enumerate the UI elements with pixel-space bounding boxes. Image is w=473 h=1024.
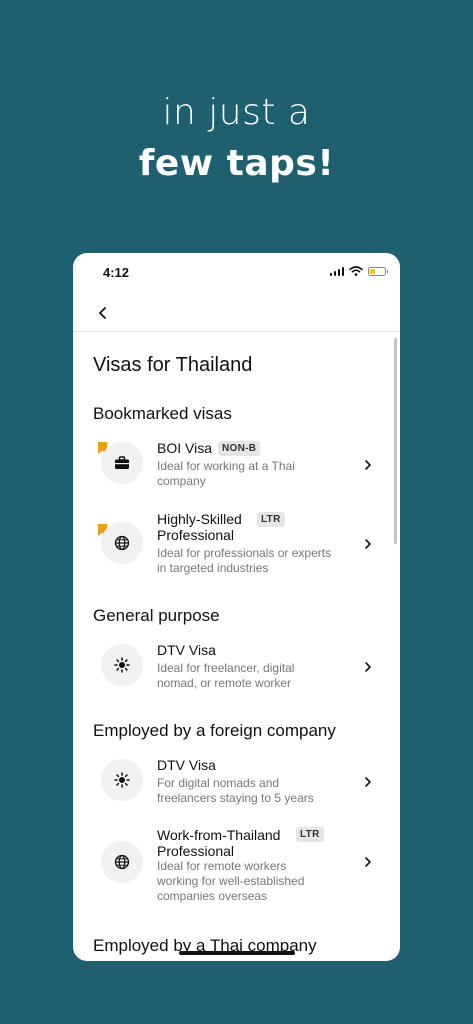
- visa-badge: NON-B: [218, 441, 261, 456]
- visa-row-highly-skilled[interactable]: Highly-Skilled Professional LTR Ideal fo…: [73, 508, 400, 580]
- visa-badge: LTR: [257, 512, 285, 527]
- section-foreign-title: Employed by a foreign company: [93, 721, 336, 740]
- globe-icon: [101, 522, 143, 564]
- globe-icon: [101, 841, 143, 883]
- status-time: 4:12: [103, 265, 130, 280]
- chevron-right-icon: [365, 857, 371, 867]
- chevron-right-icon: [365, 460, 371, 470]
- visa-title: BOI Visa NON-B: [157, 440, 347, 456]
- hero-text: in just a few taps!: [0, 88, 473, 190]
- chevron-right-icon: [365, 662, 371, 672]
- chevron-left-icon: [99, 307, 106, 319]
- visa-row-work-from-thailand[interactable]: Work-from-Thailand Professional LTR Idea…: [73, 823, 400, 903]
- navigation-bar: [73, 293, 400, 332]
- sun-icon: [101, 759, 143, 801]
- visa-description: For digital nomads and freelancers stayi…: [157, 776, 314, 805]
- phone-screen: 4:12 Visas for Thailand Bookmarked visas: [73, 253, 400, 961]
- visa-badge: LTR: [296, 827, 324, 842]
- visa-description: Ideal for professionals or experts in ta…: [157, 546, 332, 575]
- battery-icon: [368, 266, 388, 276]
- visa-row-dtv-foreign[interactable]: DTV Visa For digital nomads and freelanc…: [73, 753, 400, 809]
- section-general-title: General purpose: [93, 606, 220, 625]
- visa-row-boi[interactable]: BOI Visa NON-B Ideal for working at a Tha…: [73, 436, 400, 492]
- visa-description: Ideal for freelancer, digital nomad, or …: [157, 661, 295, 690]
- hero-line-1: in just a: [162, 92, 311, 133]
- visa-title: DTV Visa: [157, 757, 216, 773]
- sun-icon: [101, 644, 143, 686]
- section-bookmarked-title: Bookmarked visas: [93, 404, 232, 423]
- page-title: Visas for Thailand: [93, 354, 253, 376]
- hero-line-2: few taps!: [138, 143, 335, 184]
- visa-list-scroll[interactable]: Visas for Thailand Bookmarked visas BOI …: [73, 332, 400, 961]
- visa-title: DTV Visa: [157, 642, 216, 658]
- visa-description: Ideal for working at a Thai company: [157, 459, 295, 488]
- back-button[interactable]: [91, 301, 115, 325]
- chevron-right-icon: [365, 777, 371, 787]
- status-bar: 4:12: [73, 253, 400, 293]
- signal-icon: [329, 266, 344, 276]
- chevron-right-icon: [365, 539, 371, 549]
- visa-row-dtv-general[interactable]: DTV Visa Ideal for freelancer, digital n…: [73, 638, 400, 694]
- wifi-icon: [349, 266, 363, 276]
- status-icons: [329, 266, 388, 276]
- briefcase-icon: [101, 442, 143, 484]
- home-indicator[interactable]: [179, 951, 295, 955]
- visa-title: Work-from-Thailand Professional: [157, 827, 281, 859]
- visa-description: Ideal for remote workers working for wel…: [157, 859, 305, 903]
